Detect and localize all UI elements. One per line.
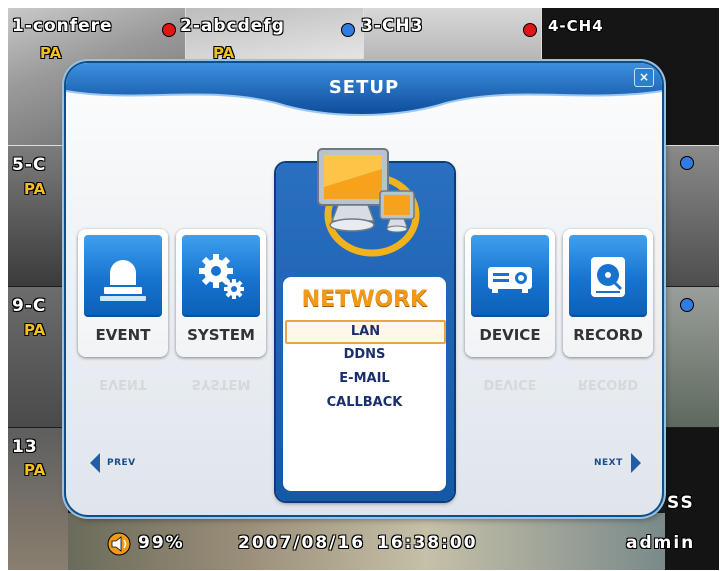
network-title: NETWORK	[301, 287, 428, 312]
siren-icon	[84, 235, 162, 317]
device-label: DEVICE	[479, 326, 541, 344]
next-label: NEXT	[594, 458, 623, 468]
network-panel[interactable]: NETWORK LAN DDNS E-MAIL CALLBACK	[276, 148, 454, 501]
speaker-icon[interactable]	[106, 532, 132, 556]
close-button[interactable]: ×	[634, 68, 654, 87]
chevron-right-icon	[631, 453, 641, 473]
menu-item-ddns[interactable]: DDNS	[283, 345, 446, 365]
menu-item-lan[interactable]: LAN	[285, 320, 446, 344]
system-reflection: SYSTEM	[191, 376, 251, 391]
camera-5-label: 5-C	[12, 155, 47, 175]
hard-disk-icon	[569, 235, 647, 317]
projector-icon	[471, 235, 549, 317]
chevron-left-icon	[90, 453, 100, 473]
setup-dialog: SETUP × EVENT EVENT SYSTEM SYSTEM NETWOR…	[66, 63, 662, 515]
camera-9-sub: PA	[24, 321, 46, 339]
record-indicator-icon	[162, 23, 176, 37]
event-reflection: EVENT	[99, 376, 147, 391]
camera-3-label: 3-CH3	[361, 16, 424, 36]
live-indicator-icon	[680, 156, 694, 170]
camera-4-label: 4-CH4	[548, 17, 604, 35]
prev-label: PREV	[107, 458, 136, 468]
volume-level: 99%	[138, 533, 185, 553]
dialog-header: SETUP ×	[66, 63, 662, 131]
device-reflection: DEVICE	[483, 376, 537, 391]
camera-2-label: 2-abcdefg	[180, 16, 285, 36]
camera-13-label: 13	[12, 437, 38, 457]
date-display: 2007/08/16	[238, 533, 366, 553]
time-display: 16:38:00	[377, 533, 478, 553]
camera-status-text: SS	[667, 493, 695, 513]
camera-2-sub: PA	[213, 44, 235, 62]
event-label: EVENT	[95, 326, 151, 344]
user-display: admin	[626, 533, 696, 553]
gears-icon	[182, 235, 260, 317]
camera-5-sub: PA	[24, 180, 46, 198]
prev-button[interactable]: PREV	[88, 451, 148, 475]
network-menu: NETWORK LAN DDNS E-MAIL CALLBACK	[283, 277, 446, 491]
record-indicator-icon	[523, 23, 537, 37]
computer-network-icon	[300, 141, 430, 271]
camera-1-sub: PA	[40, 44, 62, 62]
system-label: SYSTEM	[187, 326, 255, 344]
camera-9-label: 9-C	[12, 296, 47, 316]
live-indicator-icon	[680, 298, 694, 312]
record-label: RECORD	[573, 326, 643, 344]
event-tile[interactable]: EVENT	[78, 229, 168, 357]
next-button[interactable]: NEXT	[591, 451, 651, 475]
menu-item-callback[interactable]: CALLBACK	[283, 393, 446, 413]
record-reflection: RECORD	[577, 376, 639, 391]
dialog-title: SETUP	[328, 77, 400, 98]
device-tile[interactable]: DEVICE	[465, 229, 555, 357]
system-tile[interactable]: SYSTEM	[176, 229, 266, 357]
live-indicator-icon	[341, 23, 355, 37]
camera-13-sub: PA	[24, 461, 46, 479]
camera-1-label: 1-confere	[12, 16, 113, 36]
record-tile[interactable]: RECORD	[563, 229, 653, 357]
menu-item-email[interactable]: E-MAIL	[283, 369, 446, 389]
